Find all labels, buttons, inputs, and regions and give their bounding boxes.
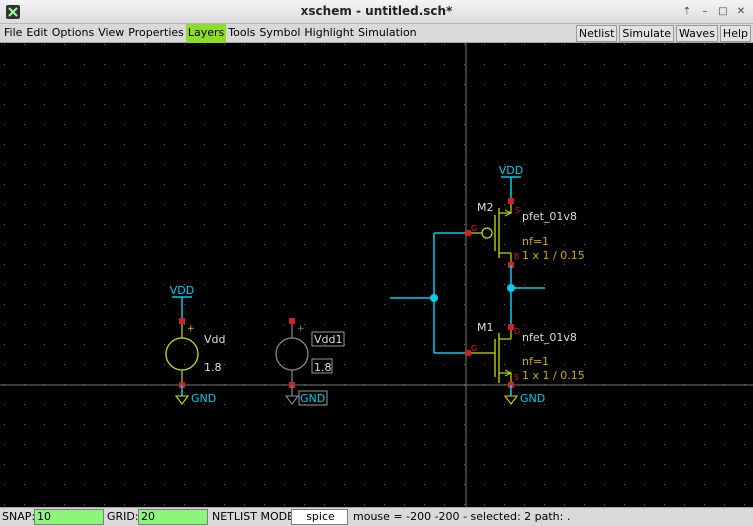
nmos-gnd-label: GND: [520, 392, 545, 405]
menu-file[interactable]: File: [2, 24, 24, 43]
waves-button[interactable]: Waves: [676, 25, 718, 42]
snap-field[interactable]: 10: [34, 509, 104, 525]
menu-options[interactable]: Options: [50, 24, 96, 43]
pmos-pin-s: S: [515, 206, 520, 215]
grid-label: GRID:: [107, 510, 139, 523]
grid-field[interactable]: 20: [138, 509, 208, 525]
menu-edit[interactable]: Edit: [24, 24, 49, 43]
nmos-nf: nf=1: [522, 355, 549, 368]
netlist-mode-label: NETLIST MODE:: [212, 510, 298, 523]
nmos-pin-d: D: [514, 327, 520, 336]
minimize-icon[interactable]: –: [697, 4, 713, 20]
menu-view[interactable]: View: [96, 24, 126, 43]
nmos-pin-s: S: [514, 373, 519, 382]
status-info: mouse = -200 -200 - selected: 2 path: .: [353, 510, 571, 523]
vdd1-value: 1.8: [314, 361, 332, 374]
menu-highlight[interactable]: Highlight: [302, 24, 356, 43]
keep-above-icon[interactable]: ⇡: [679, 4, 695, 20]
pmos-size: 1 x 1 / 0.15: [522, 249, 585, 262]
svg-text:+: +: [187, 324, 195, 334]
menu-symbol[interactable]: Symbol: [257, 24, 302, 43]
close-icon[interactable]: ✕: [733, 4, 749, 20]
vdd1-gnd-label: GND: [300, 392, 325, 405]
vdd-net-label: VDD: [170, 284, 194, 297]
vdd-name: Vdd: [204, 333, 226, 346]
pmos-instance: M2: [477, 201, 494, 214]
pmos-pin-g: G: [471, 224, 477, 233]
window-title: xschem - untitled.sch*: [300, 4, 453, 18]
pmos-vdd-label: VDD: [499, 164, 523, 177]
menu-layers[interactable]: Layers: [185, 24, 227, 43]
netlist-button[interactable]: Netlist: [575, 25, 618, 42]
schematic-canvas[interactable]: VDD + Vdd 1.8 GND + Vdd1 1.8 GND VDD S G…: [0, 43, 753, 507]
nmos-size: 1 x 1 / 0.15: [522, 369, 585, 382]
maximize-icon[interactable]: □: [715, 4, 731, 20]
vdd1-name: Vdd1: [314, 333, 343, 346]
snap-label: SNAP:: [2, 510, 36, 523]
menu-simulation[interactable]: Simulation: [356, 24, 419, 43]
simulate-button[interactable]: Simulate: [619, 25, 674, 42]
nmos-pin-g: G: [471, 344, 477, 353]
vdd-value: 1.8: [204, 361, 222, 374]
svg-text:+: +: [297, 324, 305, 334]
netlist-mode-field[interactable]: spice: [291, 509, 348, 525]
pmos-model: pfet_01v8: [522, 210, 577, 223]
vdd-gnd-label: GND: [191, 392, 216, 405]
menu-bar: File Edit Options View Properties Layers…: [0, 24, 753, 43]
status-bar: SNAP: 10 GRID: 20 NETLIST MODE: spice mo…: [0, 507, 753, 526]
grid-dots: [0, 43, 753, 507]
pmos-pin-b: B: [514, 252, 520, 261]
nmos-instance: M1: [477, 321, 494, 334]
pmos-nf: nf=1: [522, 235, 549, 248]
nmos-model: nfet_01v8: [522, 331, 577, 344]
menu-properties[interactable]: Properties: [126, 24, 186, 43]
menu-tools[interactable]: Tools: [226, 24, 257, 43]
title-bar: xschem - untitled.sch* ⇡ – □ ✕: [0, 0, 753, 24]
help-button[interactable]: Help: [719, 25, 751, 42]
